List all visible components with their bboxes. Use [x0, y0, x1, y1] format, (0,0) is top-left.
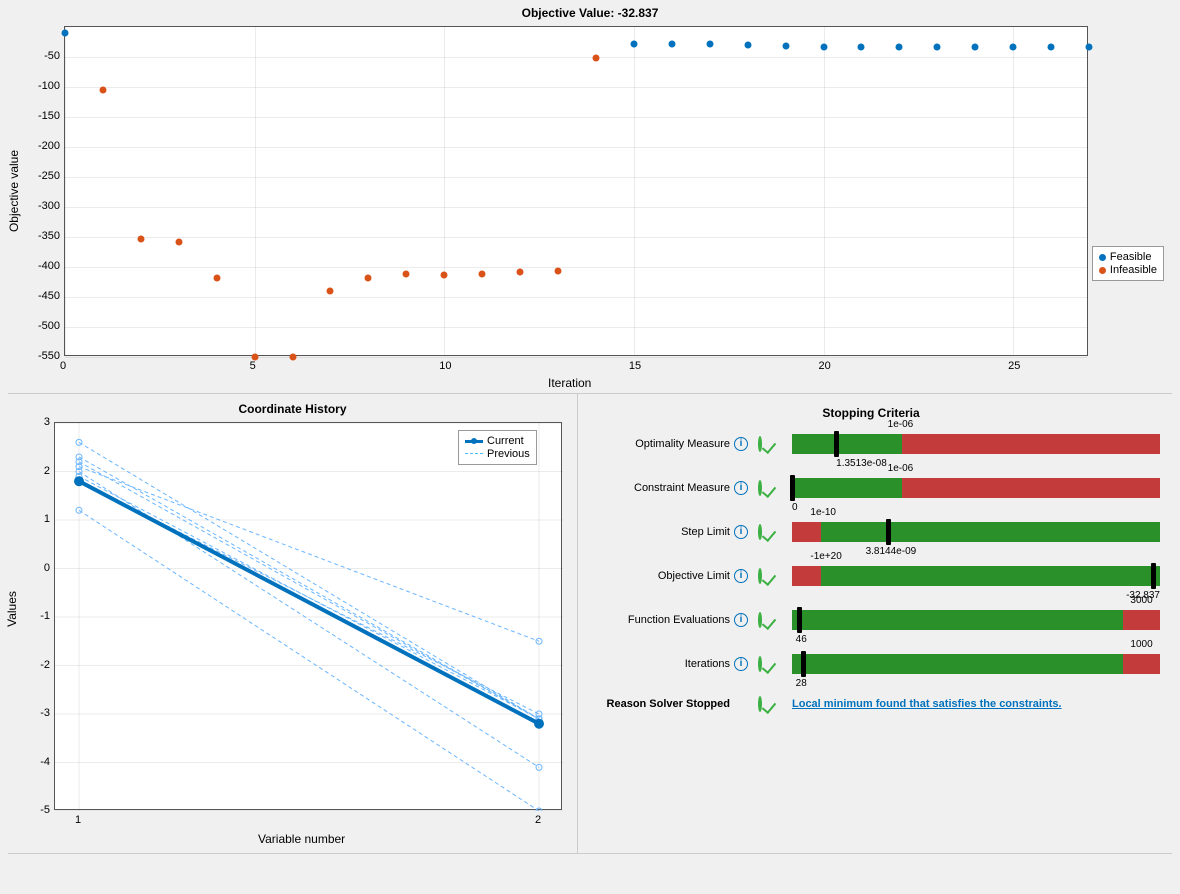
info-icon[interactable]: i: [734, 437, 748, 451]
threshold-label: 1e-06: [888, 463, 914, 474]
criteria-label: Function Evaluations: [582, 614, 732, 626]
data-point: [62, 30, 69, 37]
criteria-row: Step Limiti 1e-103.8144e-09: [582, 522, 1160, 542]
data-point: [403, 271, 410, 278]
data-point: [820, 43, 827, 50]
reason-label: Reason Solver Stopped: [582, 698, 732, 710]
legend: Feasible Infeasible: [1092, 246, 1164, 281]
data-point: [934, 43, 941, 50]
criteria-row: Function Evaluationsi 300046: [582, 610, 1160, 630]
data-point: [479, 270, 486, 277]
reason-solver-stopped: Reason Solver Stopped Local minimum foun…: [582, 698, 1160, 710]
y-axis-label: Objective value: [7, 150, 21, 232]
data-point: [555, 268, 562, 275]
criteria-bar: 300046: [792, 610, 1160, 630]
plot-area[interactable]: [64, 26, 1088, 356]
data-point: [972, 43, 979, 50]
criteria-label: Constraint Measure: [582, 482, 732, 494]
objective-value-chart: Objective Value: -32.837 -50-100-150-200…: [8, 6, 1172, 394]
check-icon: [758, 436, 762, 452]
data-point: [592, 55, 599, 62]
info-icon[interactable]: i: [734, 481, 748, 495]
x-axis-label: Iteration: [548, 376, 591, 390]
reason-link[interactable]: Local minimum found that satisfies the c…: [792, 698, 1062, 710]
info-icon[interactable]: i: [734, 525, 748, 539]
legend-infeasible: Infeasible: [1110, 264, 1157, 276]
criteria-row: Optimality Measurei 1e-061.3513e-08: [582, 434, 1160, 454]
threshold-label: 1000: [1130, 639, 1152, 650]
data-point: [99, 87, 106, 94]
x-axis-label: Variable number: [258, 832, 345, 846]
threshold-label: 3000: [1130, 595, 1152, 606]
legend: Current Previous: [458, 430, 537, 465]
criteria-label: Step Limit: [582, 526, 732, 538]
data-point: [175, 238, 182, 245]
data-point: [1048, 43, 1055, 50]
value-label: 1.3513e-08: [836, 458, 887, 469]
check-icon: [758, 480, 762, 496]
legend-previous: Previous: [487, 448, 530, 460]
check-icon: [758, 656, 762, 672]
check-icon: [758, 568, 762, 584]
value-label: 0: [792, 502, 798, 513]
criteria-bar: 1e-061.3513e-08: [792, 434, 1160, 454]
data-point: [213, 274, 220, 281]
data-point: [1086, 43, 1093, 50]
threshold-label: -1e+20: [810, 551, 841, 562]
info-icon[interactable]: i: [734, 569, 748, 583]
check-icon: [758, 524, 762, 540]
data-point: [744, 42, 751, 49]
threshold-label: 1e-06: [888, 419, 914, 430]
data-point: [289, 354, 296, 361]
coordinate-history-chart: Coordinate History 3210-1-2-3-4-5 12 Val…: [8, 394, 578, 853]
chart-title: Coordinate History: [8, 402, 577, 416]
value-label: 46: [796, 634, 807, 645]
check-icon: [758, 696, 762, 712]
criteria-row: Objective Limiti -1e+20-32.837: [582, 566, 1160, 586]
data-point: [706, 40, 713, 47]
data-point: [327, 288, 334, 295]
criteria-row: Iterationsi 100028: [582, 654, 1160, 674]
y-axis-label: Values: [5, 591, 19, 627]
check-icon: [758, 612, 762, 628]
info-icon[interactable]: i: [734, 613, 748, 627]
data-point: [517, 269, 524, 276]
plot-area[interactable]: [54, 422, 562, 810]
data-point: [137, 235, 144, 242]
data-point: [896, 44, 903, 51]
info-icon[interactable]: i: [734, 657, 748, 671]
legend-current: Current: [487, 435, 524, 447]
criteria-row: Constraint Measurei 1e-060: [582, 478, 1160, 498]
criteria-bar: -1e+20-32.837: [792, 566, 1160, 586]
data-point: [441, 271, 448, 278]
data-point: [365, 274, 372, 281]
criteria-bar: 1e-103.8144e-09: [792, 522, 1160, 542]
value-label: 28: [796, 678, 807, 689]
data-point: [630, 41, 637, 48]
criteria-label: Optimality Measure: [582, 438, 732, 450]
criteria-label: Iterations: [582, 658, 732, 670]
data-point: [858, 43, 865, 50]
data-point: [782, 43, 789, 50]
criteria-bar: 100028: [792, 654, 1160, 674]
legend-feasible: Feasible: [1110, 251, 1152, 263]
criteria-bar: 1e-060: [792, 478, 1160, 498]
criteria-label: Objective Limit: [582, 570, 732, 582]
data-point: [1010, 43, 1017, 50]
stopping-criteria-panel: Stopping Criteria Optimality Measurei1e-…: [578, 394, 1172, 853]
threshold-label: 1e-10: [810, 507, 836, 518]
panel-title: Stopping Criteria: [582, 406, 1160, 420]
value-label: 3.8144e-09: [866, 546, 917, 557]
data-point: [668, 40, 675, 47]
chart-title: Objective Value: -32.837: [8, 6, 1172, 20]
